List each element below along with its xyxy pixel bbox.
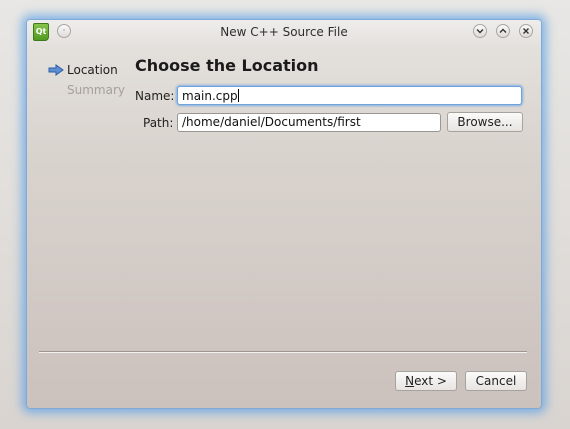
title-bar[interactable]: Qt · New C++ Source File	[27, 20, 541, 46]
chevron-down-icon	[476, 29, 484, 34]
next-button-label-rest: ext >	[414, 374, 447, 388]
cancel-button[interactable]: Cancel	[465, 371, 527, 391]
wizard-step-location: Location	[67, 63, 118, 77]
browse-button[interactable]: Browse...	[447, 112, 523, 132]
arrow-right-icon	[48, 64, 64, 76]
close-button[interactable]	[519, 24, 533, 38]
name-label: Name:	[135, 89, 175, 103]
chevron-up-icon	[499, 28, 507, 33]
next-button[interactable]: Next >	[395, 371, 457, 391]
window-title: New C++ Source File	[220, 25, 348, 39]
path-input[interactable]: /home/daniel/Documents/first	[177, 113, 441, 132]
path-label: Path:	[143, 116, 174, 130]
maximize-button[interactable]	[496, 24, 510, 38]
name-input-value: main.cpp	[182, 89, 238, 103]
minimize-button[interactable]	[473, 24, 487, 38]
name-input[interactable]: main.cpp	[177, 86, 522, 105]
close-icon	[523, 28, 529, 34]
footer-separator	[39, 351, 527, 353]
dialog-window: Qt · New C++ Source File Location Summar…	[26, 19, 542, 409]
text-caret	[237, 89, 239, 102]
wizard-step-summary: Summary	[67, 83, 125, 97]
next-button-mnemonic: N	[405, 374, 415, 388]
page-title: Choose the Location	[135, 56, 319, 75]
